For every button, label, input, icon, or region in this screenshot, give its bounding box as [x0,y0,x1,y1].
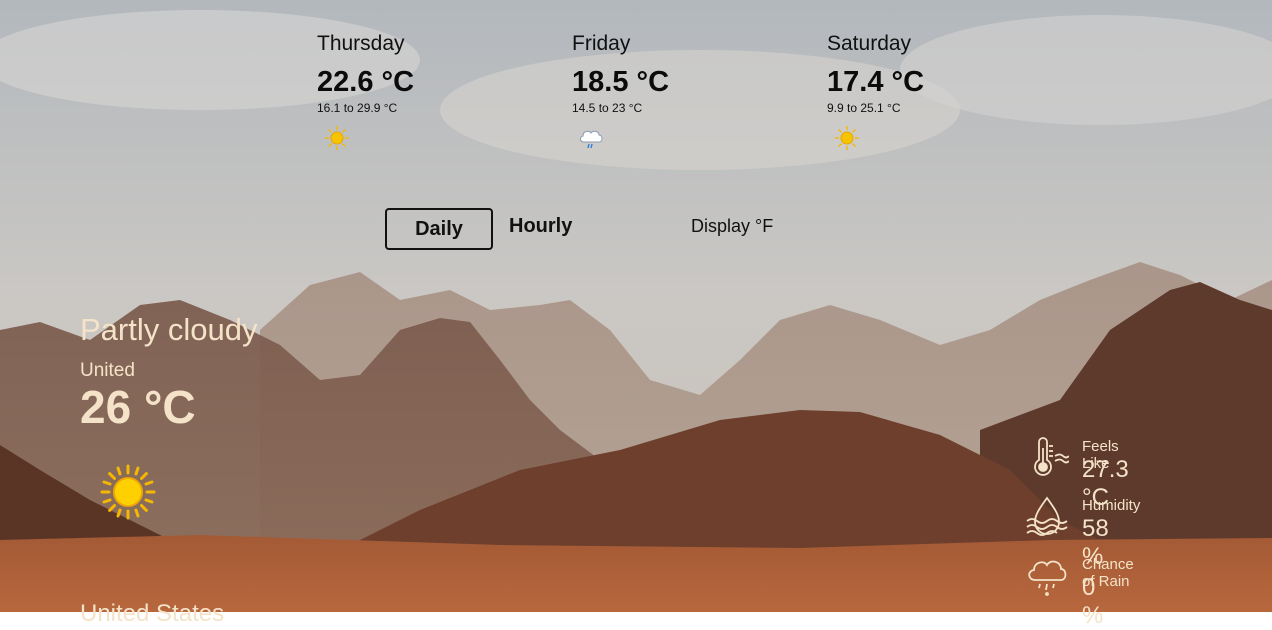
forecast-day-name: Friday [572,32,631,55]
forecast-day-range: 16.1 to 29.9 °C [317,101,398,115]
sun-icon [100,464,156,520]
sun-icon [325,126,349,150]
hourly-toggle-button[interactable]: Hourly [509,215,572,238]
sun-icon [835,126,859,150]
forecast-day-temp: 17.4 °C [827,66,925,98]
daily-toggle-button[interactable]: Daily [385,208,493,250]
current-condition: Partly cloudy [80,312,258,347]
forecast-day-temp: 22.6 °C [317,66,415,98]
current-weather: Partly cloudy United 26 °C [80,312,257,434]
thermometer-icon [1034,437,1069,476]
forecast-day-saturday: Saturday 17.4 °C 9.9 to 25.1 °C [827,32,1027,156]
humidity-icon [1026,496,1068,536]
rain-cloud-icon [580,130,603,149]
forecast-day-range: 9.9 to 25.1 °C [827,101,901,115]
stat-value: 0 % [1082,574,1104,629]
current-location: United [80,360,135,381]
rain-icon [1028,560,1067,596]
current-temperature: 26 °C [80,381,196,433]
location-name: United States [80,600,225,627]
forecast-day-friday: Friday 18.5 °C 14.5 to 23 °C [572,32,772,158]
forecast-day-temp: 18.5 °C [572,66,670,98]
forecast-day-thursday: Thursday 22.6 °C 16.1 to 29.9 °C [317,32,517,156]
forecast-day-name: Thursday [317,32,405,55]
stat-label: Humidity [1082,497,1141,514]
forecast-day-range: 14.5 to 23 °C [572,101,643,115]
forecast-day-name: Saturday [827,32,912,55]
display-fahrenheit-toggle[interactable]: Display °F [691,216,773,237]
